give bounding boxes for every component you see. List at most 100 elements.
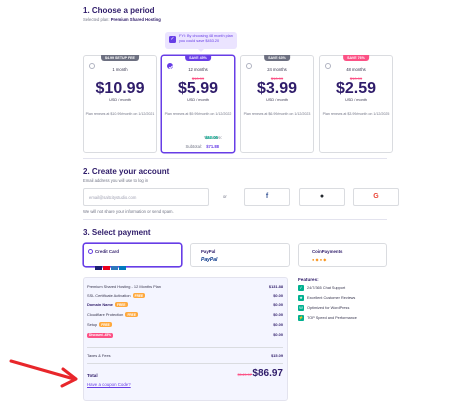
- plan-badge: $4.99 SETUP FEE: [101, 55, 139, 61]
- summary-row-label: Setup: [87, 322, 98, 327]
- summary-row-label: Premium Shared Hosting - 12 Months Plan: [87, 284, 161, 289]
- summary-row-value: $0.00: [273, 293, 283, 298]
- feature-item: ✓ 24/7/365 Chat Support: [298, 285, 345, 291]
- github-icon: ●: [319, 193, 325, 200]
- plan-unit: USD / month: [266, 98, 288, 102]
- payment-coinpayments[interactable]: CoinPayments ● ◆ ● ◆: [298, 243, 387, 267]
- summary-row-value: $0.00: [273, 332, 283, 337]
- divider: [83, 158, 387, 159]
- total-old-price: $149.97: [237, 372, 252, 377]
- selected-plan-name: Premium Shared Hosting: [110, 17, 161, 22]
- period-heading: 1. Choose a period: [83, 6, 155, 15]
- taxes-value: $15.09: [271, 353, 283, 358]
- plan-unit: USD / month: [345, 98, 367, 102]
- fyi-text: FYI: By choosing 48 month plan you could…: [179, 34, 233, 43]
- privacy-note: We will not share your information or se…: [83, 209, 174, 214]
- total-label: Total: [87, 373, 98, 378]
- google-login-button[interactable]: G: [353, 188, 399, 206]
- summary-row: Premium Shared Hosting - 12 Months Plan …: [87, 284, 283, 290]
- plan-card-1-month[interactable]: $4.99 SETUP FEE 1 month $10.99 USD / mon…: [83, 55, 157, 153]
- email-input[interactable]: email@saltcitystudio.com: [83, 188, 209, 206]
- plan-card-48-months[interactable]: SAVE 76% 48 months $10.99 $2.59 USD / mo…: [319, 55, 393, 153]
- selected-plan-prefix: Selected plan:: [83, 17, 110, 22]
- discount-badge: Discount -45%: [87, 332, 113, 338]
- plan-badge: SAVE 76%: [343, 55, 369, 61]
- plan-price: $2.59: [335, 80, 377, 97]
- red-arrow-annotation: [9, 359, 78, 388]
- plan-renew: Plan renews at $6.99/month on 1/12/2023: [243, 112, 311, 116]
- summary-row-value: $0.00: [273, 322, 283, 327]
- plan-price: $3.99: [256, 80, 298, 97]
- payment-label: Credit Card: [95, 249, 119, 254]
- feature-item: W Optimized for WordPress: [298, 305, 349, 311]
- crypto-logos-icon: ● ◆ ● ◆: [312, 257, 327, 262]
- facebook-login-button[interactable]: f: [244, 188, 290, 206]
- summary-row: Domain Name FREE $0.00: [87, 302, 283, 308]
- free-badge: FREE: [132, 293, 146, 299]
- info-icon: ✓: [169, 36, 176, 43]
- subtotal-value: $71.88: [206, 144, 219, 149]
- payment-label: CoinPayments: [312, 249, 343, 254]
- feature-label: Excellent Customer Reviews: [307, 296, 356, 300]
- plan-unit: USD / month: [187, 98, 209, 102]
- feature-label: 24/7/365 Chat Support: [307, 286, 346, 290]
- you-save-value: $60.00: [205, 135, 218, 140]
- total-value: $86.97: [252, 368, 283, 379]
- feature-item: ★ Excellent Customer Reviews: [298, 295, 355, 301]
- fyi-tooltip: ✓ FYI: By choosing 48 month plan you cou…: [165, 32, 237, 52]
- card-logos-icon: [95, 257, 126, 275]
- plan-unit: USD / month: [109, 98, 131, 102]
- account-hint: Email address you will use to log in: [83, 178, 149, 183]
- plan-term: 48 months: [346, 67, 366, 72]
- payment-label: PayPal: [201, 249, 216, 254]
- summary-row: Discount -45% $0.00: [87, 332, 283, 338]
- summary-row-value: $131.88: [268, 284, 283, 289]
- plan-price: $10.99: [95, 80, 145, 97]
- summary-row-label: SSL Certificate Activation: [87, 293, 131, 298]
- plan-badge: SAVE 63%: [264, 55, 290, 61]
- paypal-logo-icon: PayPal: [201, 257, 218, 263]
- plan-term: 12 months: [188, 67, 208, 72]
- plan-price: $5.99: [177, 80, 219, 97]
- free-badge: FREE: [125, 312, 138, 318]
- summary-row-label: Domain Name: [87, 302, 113, 307]
- summary-row: SSL Certificate Activation FREE $0.00: [87, 293, 283, 299]
- payment-paypal[interactable]: PayPal PayPal: [190, 243, 290, 267]
- summary-row: Setup FREE $0.00: [87, 322, 283, 328]
- subtotal-label: Subtotal:: [185, 144, 202, 149]
- plan-card-24-months[interactable]: SAVE 63% 24 months $10.99 $3.99 USD / mo…: [240, 55, 314, 153]
- taxes-row: Taxes & Fees $15.09: [87, 353, 283, 359]
- wordpress-icon: W: [298, 305, 304, 311]
- payment-credit-card[interactable]: Credit Card: [83, 243, 182, 270]
- plan-badge: SAVE 45%: [185, 55, 211, 61]
- taxes-label: Taxes & Fees: [87, 353, 111, 358]
- free-badge: FREE: [115, 302, 128, 308]
- plan-renew: Plan renews at $3.99/month on 1/12/2025: [322, 112, 390, 116]
- divider: [83, 219, 387, 220]
- chat-icon: ✓: [298, 285, 304, 291]
- or-separator: or: [223, 194, 227, 199]
- divider: [87, 347, 283, 348]
- star-icon: ★: [298, 295, 304, 301]
- selected-plan-text: Selected plan: Premium Shared Hosting: [83, 17, 161, 22]
- divider: [87, 363, 283, 364]
- free-badge: FREE: [99, 322, 112, 328]
- email-placeholder: email@saltcitystudio.com: [89, 195, 137, 200]
- summary-row-value: $0.00: [273, 302, 283, 307]
- payment-radio-checked[interactable]: [88, 249, 93, 254]
- summary-row-label: Cloudflare Protection: [87, 312, 124, 317]
- summary-row: Cloudflare Protection FREE $0.00: [87, 312, 283, 318]
- features-heading: Features:: [298, 277, 319, 282]
- summary-row-value: $0.00: [273, 312, 283, 317]
- feature-label: TOP Speed and Performance: [307, 316, 357, 320]
- payment-heading: 3. Select payment: [83, 228, 151, 237]
- plan-term: 1 month: [112, 67, 128, 72]
- google-icon: G: [373, 193, 379, 200]
- plan-renew: Plan renews at $10.99/month on 1/12/2021: [85, 112, 155, 116]
- github-login-button[interactable]: ●: [299, 188, 345, 206]
- feature-label: Optimized for WordPress: [307, 306, 350, 310]
- plan-term: 24 months: [267, 67, 287, 72]
- facebook-icon: f: [265, 193, 269, 200]
- coupon-link[interactable]: Have a coupon Code?: [87, 382, 131, 387]
- feature-item: ⚡ TOP Speed and Performance: [298, 315, 357, 321]
